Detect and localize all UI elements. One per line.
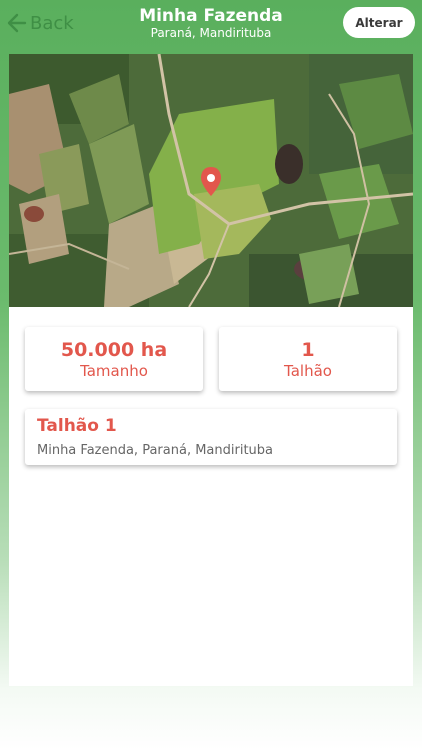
stat-card-size: 50.000 ha Tamanho (25, 327, 203, 391)
back-button[interactable]: Back (6, 10, 74, 36)
stat-label: Tamanho (80, 362, 148, 380)
plot-card[interactable]: Talhão 1 Minha Fazenda, Paraná, Mandirit… (25, 409, 397, 465)
satellite-map-image (9, 54, 413, 307)
back-label: Back (30, 12, 74, 34)
stat-value: 50.000 ha (60, 339, 168, 361)
stat-label: Talhão (284, 362, 332, 380)
stat-card-plots: 1 Talhão (219, 327, 397, 391)
header-titles: Minha Fazenda Paraná, Mandirituba (100, 6, 322, 41)
farm-map[interactable] (9, 54, 413, 307)
arrow-left-icon (7, 13, 27, 33)
header-bar: Back Minha Fazenda Paraná, Mandirituba A… (0, 0, 422, 46)
alter-button[interactable]: Alterar (343, 7, 415, 38)
page-subtitle: Paraná, Mandirituba (150, 26, 272, 40)
stat-value: 1 (301, 339, 315, 361)
plot-name: Talhão 1 (37, 416, 117, 436)
plot-location: Minha Fazenda, Paraná, Mandirituba (37, 443, 273, 458)
farm-panel: 50.000 ha Tamanho 1 Talhão Talhão 1 Minh… (9, 54, 413, 686)
page-title: Minha Fazenda (139, 6, 283, 26)
